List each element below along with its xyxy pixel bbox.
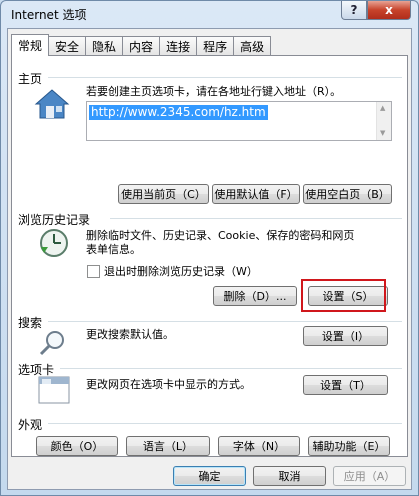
cancel-button[interactable]: 取消 <box>253 466 326 486</box>
appearance-group-title: 外观 <box>18 418 43 432</box>
history-group-title: 浏览历史记录 <box>18 213 91 227</box>
tab-security[interactable]: 安全 <box>48 36 87 56</box>
help-button[interactable]: ? <box>341 1 367 20</box>
tab-general[interactable]: 常规 <box>11 34 50 56</box>
tab-advanced[interactable]: 高级 <box>233 36 272 56</box>
homepage-separator <box>48 77 402 78</box>
homepage-url-input[interactable]: http://www.2345.com/hz.htm ▲ ▼ <box>86 101 392 141</box>
tab-privacy[interactable]: 隐私 <box>85 36 124 56</box>
tabs-description: 更改网页在选项卡中显示的方式。 <box>86 378 251 391</box>
dialog-client: 常规 安全 隐私 内容 连接 程序 高级 主页 若要创建主页选项卡，请在各地址行… <box>7 28 412 490</box>
use-blank-button[interactable]: 使用空白页（B） <box>303 184 392 204</box>
history-description-line2: 表单信息。 <box>86 243 141 256</box>
delete-history-button[interactable]: 删除（D）... <box>213 286 297 306</box>
tab-content[interactable]: 内容 <box>122 36 161 56</box>
use-default-button[interactable]: 使用默认值（F） <box>212 184 300 204</box>
apply-button[interactable]: 应用（A） <box>333 466 406 486</box>
tab-strip: 常规 安全 隐私 内容 连接 程序 高级 <box>11 34 272 56</box>
window-title: Internet 选项 <box>11 8 87 22</box>
highlight-frame <box>301 279 386 312</box>
search-magnifier-icon <box>39 331 64 356</box>
search-settings-button[interactable]: 设置（I） <box>303 326 388 346</box>
colors-button[interactable]: 颜色（O） <box>36 436 118 456</box>
general-panel: 主页 若要创建主页选项卡，请在各地址行键入地址（R）。 http://www.2… <box>11 55 408 457</box>
homepage-group-title: 主页 <box>18 72 43 86</box>
languages-button[interactable]: 语言（L） <box>126 436 210 456</box>
tab-programs[interactable]: 程序 <box>196 36 235 56</box>
tabs-window-icon <box>38 376 70 404</box>
home-icon <box>34 89 70 119</box>
tabs-settings-button[interactable]: 设置（T） <box>303 375 388 395</box>
homepage-url-text: http://www.2345.com/hz.htm <box>89 105 268 120</box>
url-scrollbar[interactable]: ▲ ▼ <box>376 102 391 140</box>
search-separator <box>48 321 402 322</box>
homepage-description: 若要创建主页选项卡，请在各地址行键入地址（R）。 <box>86 85 342 98</box>
scroll-down-icon: ▼ <box>380 129 386 137</box>
history-description-line1: 删除临时文件、历史记录、Cookie、保存的密码和网页 <box>86 229 355 242</box>
search-description: 更改搜索默认值。 <box>86 328 174 341</box>
appearance-separator <box>48 423 402 424</box>
internet-options-window: Internet 选项 ? x 常规 安全 隐私 内容 连接 程序 高级 主页 … <box>0 0 419 496</box>
delete-on-exit-label: 退出时删除浏览历史记录（W） <box>104 265 258 278</box>
scroll-up-icon: ▲ <box>380 104 386 112</box>
tabs-separator <box>60 368 402 369</box>
history-clock-icon <box>40 229 68 257</box>
accessibility-button[interactable]: 辅助功能（E） <box>308 436 390 456</box>
ok-button[interactable]: 确定 <box>173 466 246 486</box>
delete-on-exit-checkbox[interactable] <box>87 265 100 278</box>
close-button[interactable]: x <box>367 1 411 20</box>
tab-connections[interactable]: 连接 <box>159 36 198 56</box>
history-separator <box>110 218 402 219</box>
title-bar[interactable]: Internet 选项 ? x <box>1 1 418 27</box>
use-current-button[interactable]: 使用当前页（C） <box>118 184 209 204</box>
fonts-button[interactable]: 字体（N） <box>218 436 300 456</box>
